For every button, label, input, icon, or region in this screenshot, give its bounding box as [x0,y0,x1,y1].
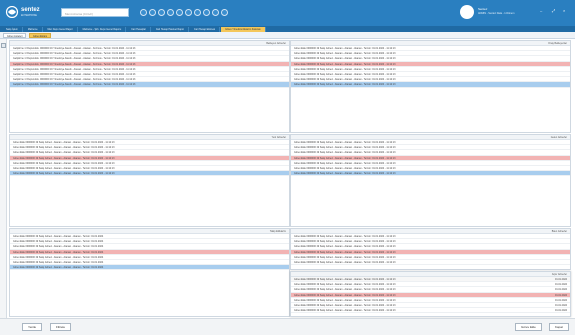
panel-header: Bekleyen Görevler [10,41,289,46]
tab-satis-islem[interactable]: Satış İşlem [2,26,23,32]
task-row-text: Görev Ekle 0000000 19 Satış Görevi - Ata… [294,309,396,313]
close-button[interactable]: Kapat [549,323,569,331]
menu-search-input[interactable]: Menü Arama (Ctrl+F) [61,8,129,17]
panel-header: Gelen Görevler [291,135,570,140]
tab-sirk-depo[interactable]: Malzeme - Şirk. Depo Genel Raporu [79,26,127,32]
sub-toolbar: Görev Listeleri Görev Ekranı [0,32,575,39]
panel-title: Bekleyen Görevler [266,42,286,45]
minimize-icon[interactable]: – [540,9,542,13]
app-header: sentez ENTERPRISE Menü Arama (Ctrl+F) Se… [0,0,575,26]
quick-action-icon[interactable] [185,9,192,16]
panel-title: Takip Ettiklerim [269,230,286,233]
task-row[interactable]: Görev Ekle 0000000 19 Satış Görevi - Ata… [10,171,289,177]
tab-cari-hareket[interactable]: Cari Hesap Hareket Rapor [152,26,189,32]
panel-header: Takip Ettiklerim [10,229,289,234]
task-lists-button[interactable]: Görev Listeleri [3,33,27,38]
panel-header: Biten Görevler [291,229,570,234]
task-screen-button[interactable]: Görev Ekranı [29,33,52,38]
task-row[interactable]: Görev Ekle 0000000 19 Satış Görevi - Ata… [291,82,570,88]
avatar[interactable] [460,5,474,19]
task-row[interactable]: Görev Ekle 0000000 19 Satış Görevi - Ata… [291,171,570,177]
user-name: Sentez [478,7,488,11]
footer-bar: Yenile Filtrele Görev Ekle Kapat [0,318,575,335]
refresh-button[interactable]: Yenile [22,323,43,331]
app-name: sentez [21,7,40,13]
add-task-button[interactable]: Görev Ekle [515,323,542,331]
task-row-text: Görev Ekle 0000000 19 Satış Görevi - Ata… [294,293,396,297]
task-row-text: Görev Ekle 0000000 19 Satış Görevi - Ata… [294,298,396,302]
panel-biten: Biten Görevler Görev Ekle 0000000 19 Sat… [290,228,571,270]
panel-title: Yeni Görevler [271,136,286,139]
tab-gorev-yoneticisi[interactable]: Görev Yöneticisi Aktarım Faturası [221,26,266,32]
quick-action-icon[interactable] [140,9,147,16]
tab-cari-ekstre[interactable]: Cari Hesap Ekstresi [190,26,221,32]
panel-arsiv: Arşiv Görevler Görev Ekle 0000000 19 Sat… [290,271,571,317]
panel-title: Gelen Görevler [550,136,567,139]
panel-title: Biten Görevler [551,230,567,233]
task-row[interactable]: Geliştirme 1 Oluşturuldu. 0000000 19 Yön… [10,82,289,88]
panel-onay: Onay Bekleyenler Görev Ekle 0000000 19 S… [290,40,571,133]
task-row[interactable]: Görev Ekle 0000000 19 Satış Görevi - Ata… [291,308,570,314]
sentez-logo-icon [5,6,19,18]
panel-takip: Takip Ettiklerim Görev Ekle 0000000 19 S… [9,228,290,317]
maximize-icon[interactable]: ⤢ [552,9,555,13]
left-strip [0,39,7,318]
close-icon[interactable]: × [563,9,565,13]
task-row-date: 01.01.2024 [555,309,567,313]
task-row-text: Görev Ekle 0000000 19 Satış Görevi - Ata… [294,288,396,292]
quick-action-icon[interactable] [176,9,183,16]
panel-bekleyen: Bekleyen Görevler Geliştirme 1 Oluşturul… [9,40,290,133]
task-row-text: Görev Ekle 0000000 19 Satış Görevi - Ata… [294,278,396,281]
tab-mal-depo[interactable]: Mal. Depo Genel Rapor [44,26,78,32]
task-row-text: Görev Ekle 0000000 19 Satış Görevi - Ata… [294,303,396,307]
quick-action-icon[interactable] [167,9,174,16]
task-row[interactable]: Görev Ekle 0000000 19 Satış Görevi - Ata… [291,260,570,266]
quick-action-icon[interactable] [212,9,219,16]
tab-cari-hesaplar[interactable]: Cari Hesaplar [127,26,151,32]
panel-title: Onay Bekleyenler [548,42,567,45]
expand-panel-icon[interactable] [1,43,6,48]
task-row[interactable]: Görev Ekle 0000000 19 Satış Görevi - Ata… [10,265,289,271]
quick-action-icon[interactable] [194,9,201,16]
quick-action-icon[interactable] [158,9,165,16]
panel-header: Yeni Görevler [10,135,289,140]
filter-button[interactable]: Filtrele [50,323,72,331]
panel-gelen: Gelen Görevler Görev Ekle 0000000 19 Sat… [290,134,571,227]
quick-action-icon[interactable] [149,9,156,16]
tab-malzeme[interactable]: Malzeme [24,26,43,32]
quick-actions [140,8,228,17]
user-role: ADMIN - Sentez Data - 1.Dönem [478,12,515,15]
panel-header: Onay Bekleyenler [291,41,570,46]
search-placeholder: Menü Arama (Ctrl+F) [65,11,94,16]
app-subtitle: ENTERPRISE [21,14,37,17]
panel-yeni: Yeni Görevler Görev Ekle 0000000 19 Satı… [9,134,290,227]
task-row-text: Görev Ekle 0000000 19 Satış Görevi - Ata… [294,283,396,287]
quick-action-icon[interactable] [203,9,210,16]
quick-action-icon[interactable] [221,9,228,16]
